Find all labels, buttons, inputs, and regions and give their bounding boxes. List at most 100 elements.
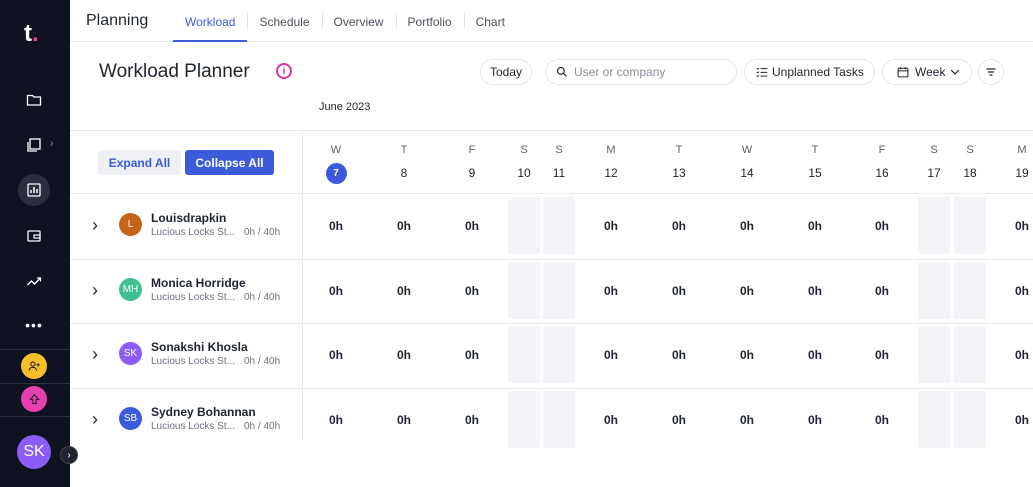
page-title: Workload Planner bbox=[99, 61, 250, 82]
hours-cell[interactable]: 0h bbox=[452, 348, 492, 362]
hours-cell[interactable]: 0h bbox=[316, 284, 356, 298]
weekend-cell bbox=[954, 391, 986, 448]
weekend-cell bbox=[508, 326, 540, 383]
weekend-cell bbox=[954, 197, 986, 254]
dashboard-icon[interactable] bbox=[18, 174, 50, 206]
hours-cell[interactable]: 0h bbox=[659, 284, 699, 298]
hours-cell[interactable]: 0h bbox=[452, 284, 492, 298]
user-avatar[interactable]: SK bbox=[17, 435, 51, 469]
projects-expand-chevron-icon[interactable]: › bbox=[50, 138, 53, 149]
hours-cell[interactable]: 0h bbox=[727, 284, 767, 298]
row-divider bbox=[70, 323, 1033, 324]
search-box[interactable] bbox=[545, 59, 737, 85]
user-name[interactable]: Monica Horridge bbox=[151, 276, 246, 290]
weekend-cell bbox=[954, 326, 986, 383]
app-logo[interactable]: t. bbox=[24, 20, 39, 48]
hours-cell[interactable]: 0h bbox=[316, 348, 356, 362]
hours-cell[interactable]: 0h bbox=[795, 413, 835, 427]
tab-overview[interactable]: Overview bbox=[321, 0, 396, 42]
wallet-icon[interactable] bbox=[18, 220, 50, 252]
day-header: F9 bbox=[468, 144, 476, 180]
hours-cell[interactable]: 0h bbox=[795, 284, 835, 298]
hours-cell[interactable]: 0h bbox=[384, 348, 424, 362]
user-capacity: 0h / 40h bbox=[244, 292, 281, 303]
hours-cell[interactable]: 0h bbox=[727, 413, 767, 427]
day-header: T 13 bbox=[672, 144, 686, 180]
weekend-cell bbox=[543, 197, 575, 254]
user-name[interactable]: Sonakshi Khosla bbox=[151, 340, 248, 354]
hours-cell[interactable]: 0h bbox=[591, 413, 631, 427]
user-name[interactable]: Sydney Bohannan bbox=[151, 405, 256, 419]
collapse-all-button[interactable]: Collapse All bbox=[185, 150, 274, 175]
tab-bar: Workload Schedule Overview Portfolio Cha… bbox=[173, 0, 517, 42]
row-divider bbox=[70, 259, 1033, 260]
filter-icon bbox=[986, 68, 996, 76]
tab-workload[interactable]: Workload bbox=[173, 0, 248, 42]
hours-cell[interactable]: 0h bbox=[316, 219, 356, 233]
tab-chart[interactable]: Chart bbox=[463, 0, 517, 42]
day-header: S 10 bbox=[517, 144, 531, 180]
hours-cell[interactable]: 0h bbox=[591, 348, 631, 362]
top-bar: Planning Workload Schedule Overview Port… bbox=[70, 0, 1033, 42]
expand-row-chevron-icon[interactable]: › bbox=[89, 216, 101, 234]
weekend-cell bbox=[918, 197, 950, 254]
hours-cell[interactable]: 0h bbox=[316, 413, 356, 427]
hours-cell[interactable]: 0h bbox=[591, 219, 631, 233]
hours-cell[interactable]: 0h bbox=[727, 348, 767, 362]
weekend-cell bbox=[508, 391, 540, 448]
hours-cell[interactable]: 0h bbox=[384, 219, 424, 233]
day-header: T8 bbox=[400, 144, 408, 180]
hours-cell[interactable]: 0h bbox=[795, 219, 835, 233]
hours-cell[interactable]: 0h bbox=[862, 348, 902, 362]
hours-cell[interactable]: 0h bbox=[591, 284, 631, 298]
hours-cell[interactable]: 0h bbox=[862, 413, 902, 427]
today-button[interactable]: Today bbox=[480, 59, 532, 85]
row-divider bbox=[70, 193, 1033, 194]
more-icon[interactable]: ••• bbox=[18, 309, 50, 341]
hours-cell[interactable]: 0h bbox=[1002, 284, 1033, 298]
avatar: SK bbox=[119, 342, 142, 365]
week-select[interactable]: Week bbox=[882, 59, 972, 85]
unplanned-tasks-button[interactable]: Unplanned Tasks bbox=[744, 59, 875, 85]
hours-cell[interactable]: 0h bbox=[659, 413, 699, 427]
hours-cell[interactable]: 0h bbox=[1002, 413, 1033, 427]
weekend-cell bbox=[543, 391, 575, 448]
trend-icon[interactable] bbox=[18, 265, 50, 297]
tab-portfolio[interactable]: Portfolio bbox=[395, 0, 464, 42]
weekend-cell bbox=[918, 262, 950, 319]
weekend-cell bbox=[918, 326, 950, 383]
add-user-icon[interactable] bbox=[21, 353, 47, 379]
row-divider bbox=[70, 388, 1033, 389]
hours-cell[interactable]: 0h bbox=[727, 219, 767, 233]
filter-button[interactable] bbox=[978, 59, 1004, 85]
info-icon[interactable]: i bbox=[276, 63, 292, 79]
hours-cell[interactable]: 0h bbox=[452, 219, 492, 233]
expand-row-chevron-icon[interactable]: › bbox=[89, 410, 101, 428]
day-header: M 19 bbox=[1015, 144, 1029, 180]
hours-cell[interactable]: 0h bbox=[659, 219, 699, 233]
search-input[interactable] bbox=[574, 65, 724, 79]
week-label: Week bbox=[915, 65, 946, 79]
projects-icon[interactable] bbox=[18, 129, 50, 161]
hours-cell[interactable]: 0h bbox=[452, 413, 492, 427]
weekend-cell bbox=[543, 262, 575, 319]
expand-row-chevron-icon[interactable]: › bbox=[89, 281, 101, 299]
hours-cell[interactable]: 0h bbox=[384, 284, 424, 298]
day-header: W 14 bbox=[740, 144, 754, 180]
sidebar-toggle-chevron-icon[interactable]: › bbox=[60, 446, 78, 464]
expand-row-chevron-icon[interactable]: › bbox=[89, 345, 101, 363]
folder-icon[interactable] bbox=[18, 84, 50, 116]
hours-cell[interactable]: 0h bbox=[659, 348, 699, 362]
hours-cell[interactable]: 0h bbox=[1002, 348, 1033, 362]
chevron-down-icon bbox=[951, 69, 960, 75]
expand-all-button[interactable]: Expand All bbox=[98, 150, 181, 175]
tab-schedule[interactable]: Schedule bbox=[247, 0, 321, 42]
user-name[interactable]: Louisdrapkin bbox=[151, 211, 226, 225]
upgrade-icon[interactable] bbox=[21, 386, 47, 412]
hours-cell[interactable]: 0h bbox=[384, 413, 424, 427]
hours-cell[interactable]: 0h bbox=[1002, 219, 1033, 233]
unplanned-tasks-label: Unplanned Tasks bbox=[772, 65, 864, 79]
hours-cell[interactable]: 0h bbox=[862, 219, 902, 233]
hours-cell[interactable]: 0h bbox=[862, 284, 902, 298]
hours-cell[interactable]: 0h bbox=[795, 348, 835, 362]
